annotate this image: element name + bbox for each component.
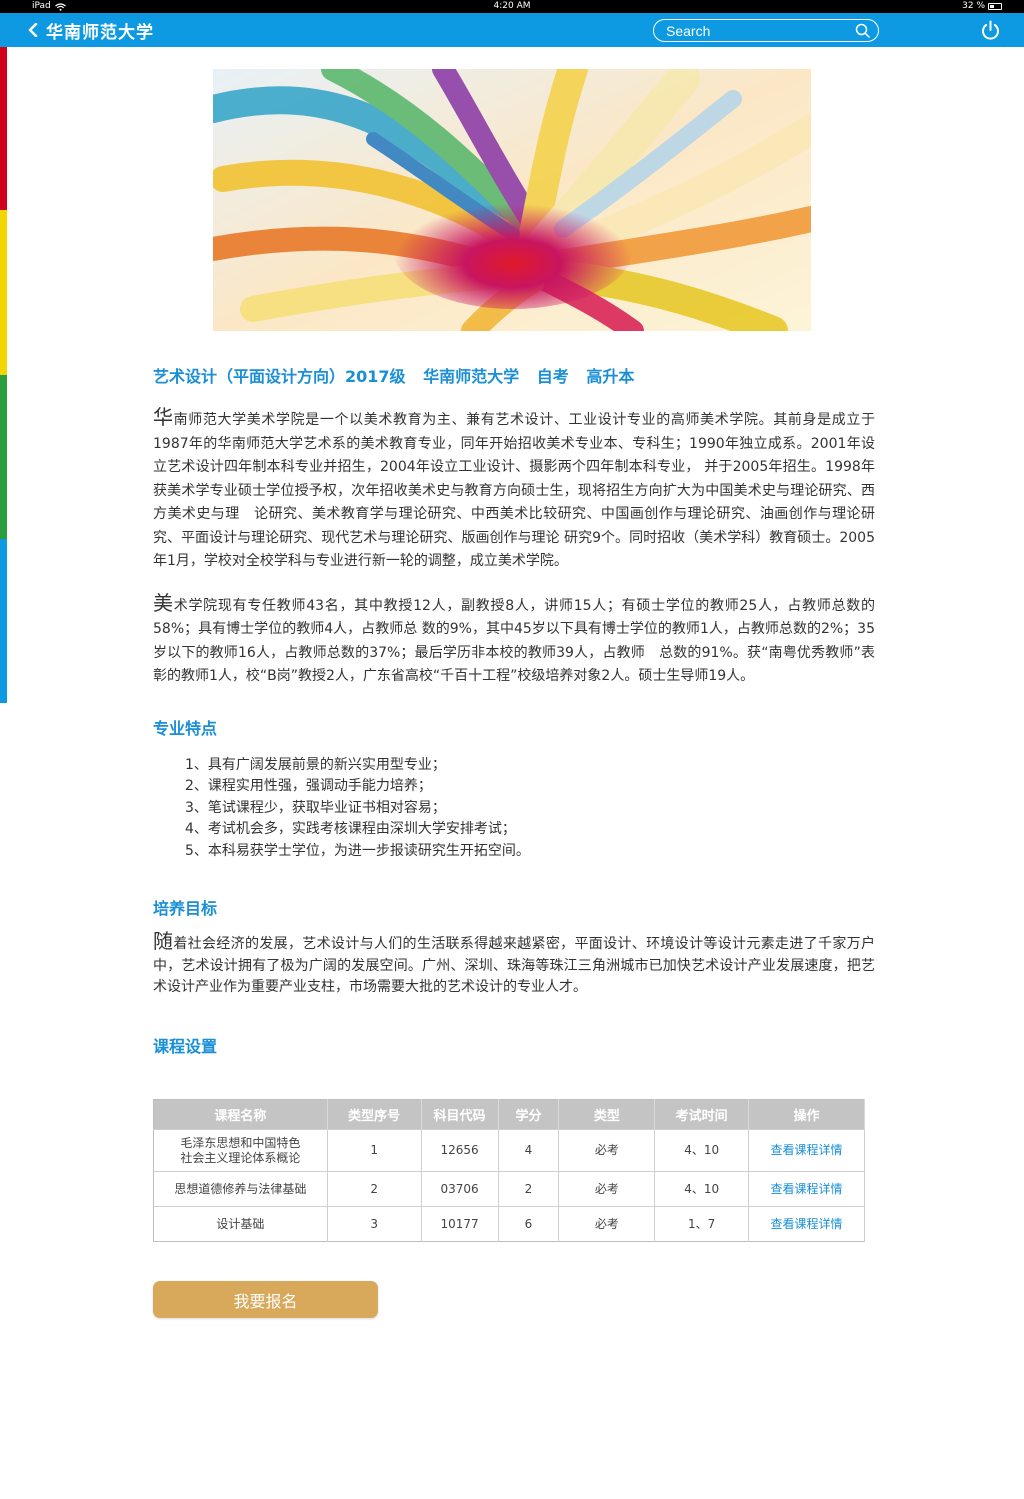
battery-percent: 32 % [962, 1, 985, 11]
column-header: 考试时间 [654, 1099, 750, 1130]
strip-yellow [0, 210, 7, 375]
abstract-art-image [213, 69, 811, 331]
strip-red [0, 47, 7, 210]
school-name: 华南师范大学 [423, 367, 520, 386]
course-code: 10177 [421, 1206, 499, 1242]
course-name: 毛泽东思想和中国特色 社会主义理论体系概论 [153, 1129, 328, 1172]
course-credit: 6 [498, 1206, 560, 1242]
section-title-goals: 培养目标 [153, 899, 218, 918]
course-type: 必考 [558, 1171, 656, 1207]
drop-cap: 美 [153, 590, 174, 615]
course-seq: 2 [327, 1171, 422, 1207]
apply-button[interactable]: 我要报名 [153, 1281, 378, 1318]
nav-title: 华南师范大学 [46, 22, 154, 43]
search-box[interactable] [653, 19, 879, 42]
list-item: 3、笔试课程少，获取毕业证书相对容易； [185, 799, 446, 816]
course-table: 课程名称 类型序号 科目代码 学分 类型 考试时间 操作 毛泽东思想和中国特色 … [153, 1099, 865, 1242]
drop-cap: 随 [153, 929, 174, 953]
hero-image [213, 69, 811, 331]
course-name: 设计基础 [153, 1206, 328, 1242]
view-course-detail-link[interactable]: 查看课程详情 [748, 1129, 865, 1172]
strip-blue [0, 539, 7, 703]
drop-cap: 华 [153, 405, 174, 429]
back-button[interactable]: 华南师范大学 [28, 19, 154, 43]
section-title-courses: 课程设置 [153, 1036, 218, 1056]
chevron-left-icon [28, 23, 38, 37]
column-header: 类型序号 [327, 1099, 422, 1130]
table-row: 设计基础 3 10177 6 必考 1、7 查看课程详情 [153, 1206, 865, 1242]
program-name: 艺术设计（平面设计方向）2017级 [153, 367, 406, 386]
battery-icon [988, 3, 1002, 10]
intro-paragraph-1: 华南师范大学美术学院是一个以美术教育为主、兼有艺术设计、工业设计专业的高师美术学… [153, 405, 875, 569]
exam-time: 4、10 [654, 1171, 750, 1207]
course-name: 思想道德修养与法律基础 [153, 1171, 328, 1207]
column-header: 课程名称 [153, 1099, 328, 1130]
search-input[interactable] [666, 22, 855, 39]
course-seq: 3 [327, 1206, 422, 1242]
color-strip [0, 47, 7, 703]
view-course-detail-link[interactable]: 查看课程详情 [748, 1171, 865, 1207]
course-code: 03706 [421, 1171, 499, 1207]
view-course-detail-link[interactable]: 查看课程详情 [748, 1206, 865, 1242]
intro-paragraph-2: 美术学院现有专任教师43名，其中教授12人，副教授8人，讲师15人；有硕士学位的… [153, 590, 876, 684]
column-header: 科目代码 [421, 1099, 499, 1130]
course-code: 12656 [421, 1129, 499, 1172]
course-credit: 4 [498, 1129, 560, 1172]
list-item: 5、本科易获学士学位，为进一步报读研究生开拓空间。 [185, 842, 530, 859]
study-mode: 自考 [536, 367, 569, 386]
clock: 4:20 AM [493, 1, 531, 11]
strip-green [0, 375, 7, 539]
power-icon[interactable] [980, 20, 1001, 41]
course-type: 必考 [558, 1206, 656, 1242]
course-type: 必考 [558, 1129, 656, 1172]
nav-bar: 华南师范大学 [0, 13, 1024, 47]
list-item: 4、考试机会多，实践考核课程由深圳大学安排考试； [185, 821, 516, 837]
column-header: 学分 [498, 1099, 560, 1130]
table-row: 思想道德修养与法律基础 2 03706 2 必考 4、10 查看课程详情 [153, 1171, 865, 1207]
main-content: 艺术设计（平面设计方向）2017级 华南师范大学 自考 高升本 华南师范大学美术… [153, 362, 875, 1057]
course-credit: 2 [498, 1171, 560, 1207]
exam-time: 4、10 [654, 1129, 750, 1172]
program-headline: 艺术设计（平面设计方向）2017级 华南师范大学 自考 高升本 [153, 362, 875, 392]
table-row: 毛泽东思想和中国特色 社会主义理论体系概论 1 12656 4 必考 4、10 … [153, 1129, 865, 1172]
section-title-features: 专业特点 [153, 718, 218, 738]
column-header: 类型 [558, 1099, 656, 1130]
status-bar: iPad 4:20 AM 32 % [0, 0, 1024, 13]
course-seq: 1 [327, 1129, 422, 1172]
feature-list: 1、具有广阔发展前景的新兴实用型专业； 2、课程实用性强，强调动手能力培养； 3… [153, 755, 875, 863]
study-level: 高升本 [586, 367, 635, 386]
exam-time: 1、7 [654, 1206, 750, 1242]
column-header: 操作 [748, 1099, 865, 1130]
list-item: 2、课程实用性强，强调动手能力培养； [185, 778, 432, 794]
search-icon[interactable] [855, 23, 870, 38]
list-item: 1、具有广阔发展前景的新兴实用型专业； [185, 756, 446, 773]
goals-paragraph: 随着社会经济的发展，艺术设计与人们的生活联系得越来越紧密，平面设计、环境设计等设… [153, 929, 875, 995]
table-header-row: 课程名称 类型序号 科目代码 学分 类型 考试时间 操作 [153, 1099, 865, 1130]
